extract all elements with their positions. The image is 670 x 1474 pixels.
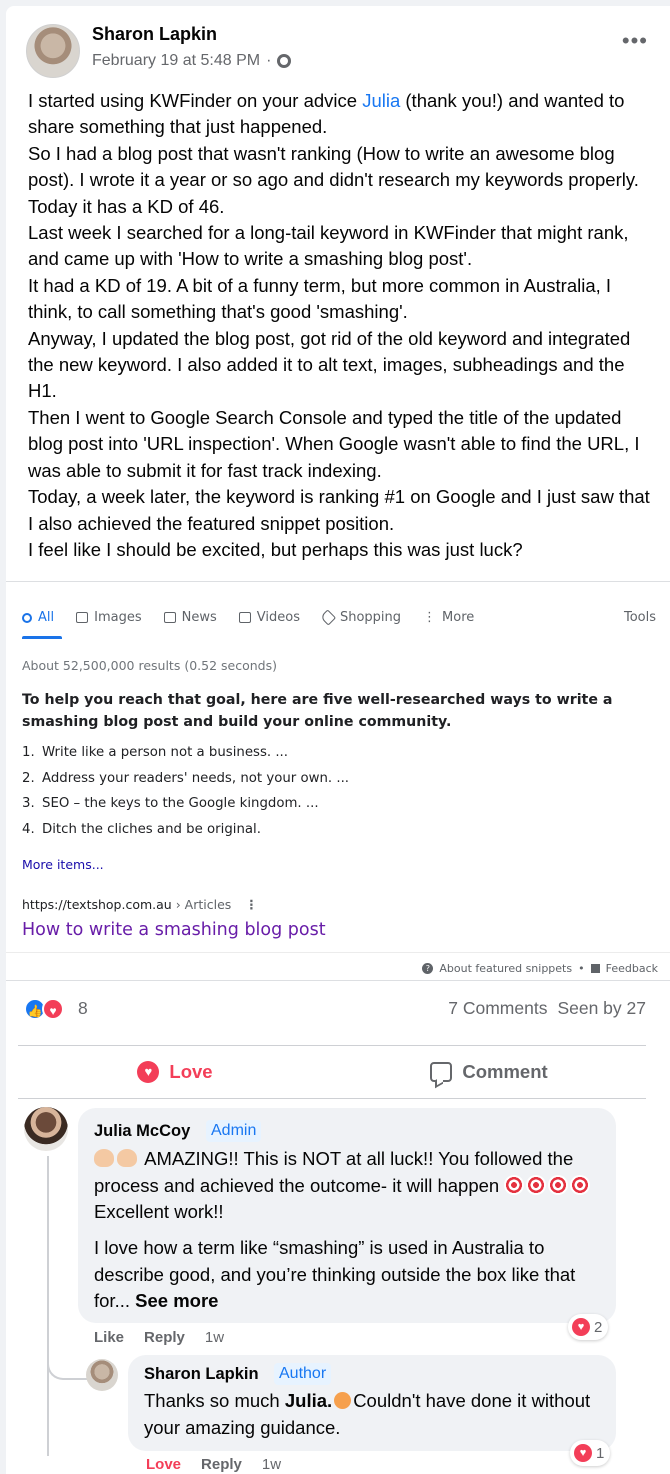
- feedback-link: Feedback: [605, 962, 658, 975]
- comment-text: I love how a term like “smashing” is use…: [94, 1237, 576, 1311]
- clap-emoji-icon: [94, 1149, 114, 1167]
- see-more-link[interactable]: See more: [135, 1290, 218, 1311]
- featured-snippet-list: 1. Write like a person not a business. ..…: [22, 745, 349, 847]
- about-snippets: About featured snippets: [439, 962, 573, 975]
- comment-bubble: Sharon Lapkin Author Thanks so much Juli…: [128, 1355, 616, 1451]
- meta-separator: ·: [266, 52, 272, 69]
- audience-icon[interactable]: [277, 54, 292, 68]
- commenter-name[interactable]: Sharon Lapkin: [144, 1365, 259, 1384]
- thread-line: [47, 1156, 49, 1456]
- tab-news: News: [163, 610, 217, 625]
- more-options-icon[interactable]: •••: [622, 28, 648, 54]
- comment-reaction-count[interactable]: ♥ 1: [570, 1440, 611, 1466]
- search-tabs: All Images News Videos Shopping ⋮ More: [22, 609, 496, 626]
- featured-snippet-title: To help you reach that goal, here are fi…: [22, 692, 613, 730]
- reply-link[interactable]: Reply: [201, 1456, 242, 1473]
- news-icon: [163, 612, 176, 623]
- comment-time[interactable]: 1w: [205, 1329, 224, 1346]
- target-emoji-icon: [548, 1174, 569, 1195]
- comment-text: Thanks so much Julia. Couldn't have done …: [144, 1390, 591, 1438]
- active-tab-indicator: [22, 636, 62, 639]
- post-paragraph: Today, a week later, the keyword is rank…: [28, 486, 650, 534]
- clap-emoji-icon: [117, 1149, 137, 1167]
- like-link[interactable]: Like: [94, 1329, 124, 1346]
- heart-icon: ♥: [137, 1061, 160, 1083]
- tab-more: ⋮ More: [423, 610, 475, 625]
- target-emoji-icon: [504, 1174, 525, 1195]
- comment-time[interactable]: 1w: [262, 1456, 281, 1473]
- comment-button[interactable]: Comment: [332, 1047, 646, 1097]
- image-icon: [76, 612, 89, 623]
- comment-text: AMAZING!! This is NOT at all luck!! You …: [94, 1146, 604, 1226]
- post-paragraph: Then I went to Google Search Console and…: [28, 406, 640, 481]
- tag-icon: [319, 609, 337, 626]
- engagement-stats: 7 Comments Seen by 27: [448, 998, 646, 1019]
- tab-videos: Videos: [238, 610, 300, 625]
- result-url: https://textshop.com.au › Articles ⋮: [22, 897, 258, 912]
- list-item: 2. Address your readers' needs, not your …: [22, 770, 350, 786]
- results-count: About 52,500,000 results (0.52 seconds): [22, 658, 277, 673]
- tab-images: Images: [76, 610, 142, 625]
- divider: [18, 1098, 646, 1099]
- post-paragraph: Anyway, I updated the blog post, got rid…: [28, 327, 631, 402]
- thread-connector: [47, 1340, 87, 1380]
- kebab-icon: ⋮: [423, 610, 437, 625]
- post-meta: February 19 at 5:48 PM ·: [92, 52, 292, 70]
- footer-dot: •: [578, 962, 585, 975]
- target-emoji-icon: [526, 1174, 547, 1195]
- more-items-link: More items...: [22, 857, 104, 872]
- result-title: How to write a smashing blog post: [22, 920, 326, 940]
- author-avatar[interactable]: [26, 24, 80, 78]
- help-icon: ?: [422, 963, 434, 974]
- heart-icon: ♥: [574, 1444, 592, 1462]
- admin-badge: Admin: [206, 1120, 262, 1142]
- comment-bubble: Julia McCoy Admin AMAZING!! This is NOT …: [78, 1108, 616, 1323]
- post-paragraph: It had a KD of 19. A bit of a funny term…: [28, 274, 612, 323]
- comment-actions: Like Reply 1w: [94, 1329, 224, 1346]
- heart-icon: ♥: [572, 1318, 590, 1336]
- mention-link[interactable]: Julia: [362, 90, 400, 111]
- tools-link: Tools: [623, 610, 656, 625]
- comment-icon: [430, 1062, 453, 1082]
- reaction-count[interactable]: 8: [78, 998, 88, 1019]
- love-link[interactable]: Love: [146, 1456, 181, 1473]
- commenter-avatar[interactable]: [86, 1359, 118, 1391]
- post-actions: ♥ Love Comment: [18, 1047, 646, 1097]
- tab-shopping: Shopping: [319, 609, 401, 626]
- love-reaction-icon: ♥: [42, 998, 64, 1020]
- target-emoji-icon: [570, 1174, 591, 1195]
- list-item: 4. Ditch the cliches and be original.: [22, 821, 261, 837]
- author-badge: Author: [274, 1363, 332, 1385]
- post-author-name[interactable]: Sharon Lapkin: [92, 24, 217, 45]
- list-item: 3. SEO – the keys to the Google kingdom. …: [22, 796, 319, 811]
- love-button[interactable]: ♥ Love: [18, 1047, 332, 1097]
- list-item: 1. Write like a person not a business. ..…: [22, 745, 288, 760]
- smile-emoji-icon: [334, 1392, 352, 1409]
- comment-actions: Love Reply 1w: [146, 1456, 281, 1473]
- comment-reaction-count[interactable]: ♥ 2: [568, 1314, 609, 1340]
- kebab-icon: ⋮: [245, 897, 258, 912]
- reply-link[interactable]: Reply: [144, 1329, 185, 1346]
- reaction-summary[interactable]: 👍 ♥ 8 7 Comments Seen by 27: [24, 996, 646, 1026]
- post-paragraph: I started using KWFinder on your advice …: [28, 90, 625, 138]
- post-paragraph: I feel like I should be excited, but per…: [28, 538, 523, 560]
- post-timestamp[interactable]: February 19 at 5:48 PM: [92, 52, 260, 70]
- post-body: I started using KWFinder on your advice …: [28, 88, 658, 563]
- post-paragraph: Last week I searched for a long-tail key…: [28, 222, 629, 270]
- commenter-name[interactable]: Julia McCoy: [94, 1122, 190, 1141]
- feedback-icon: [590, 964, 600, 973]
- divider: [18, 1045, 646, 1046]
- tab-all: All: [22, 610, 54, 625]
- post-paragraph: So I had a blog post that wasn't ranking…: [28, 142, 639, 217]
- commenter-avatar[interactable]: [24, 1107, 68, 1151]
- post-image-search-results[interactable]: All Images News Videos Shopping ⋮ More To…: [6, 581, 670, 981]
- comment-count[interactable]: 7 Comments: [448, 998, 547, 1018]
- search-icon: [22, 612, 32, 623]
- video-icon: [238, 612, 251, 623]
- seen-by[interactable]: Seen by 27: [557, 998, 646, 1018]
- snippet-footer: ? About featured snippets • Feedback: [6, 952, 670, 982]
